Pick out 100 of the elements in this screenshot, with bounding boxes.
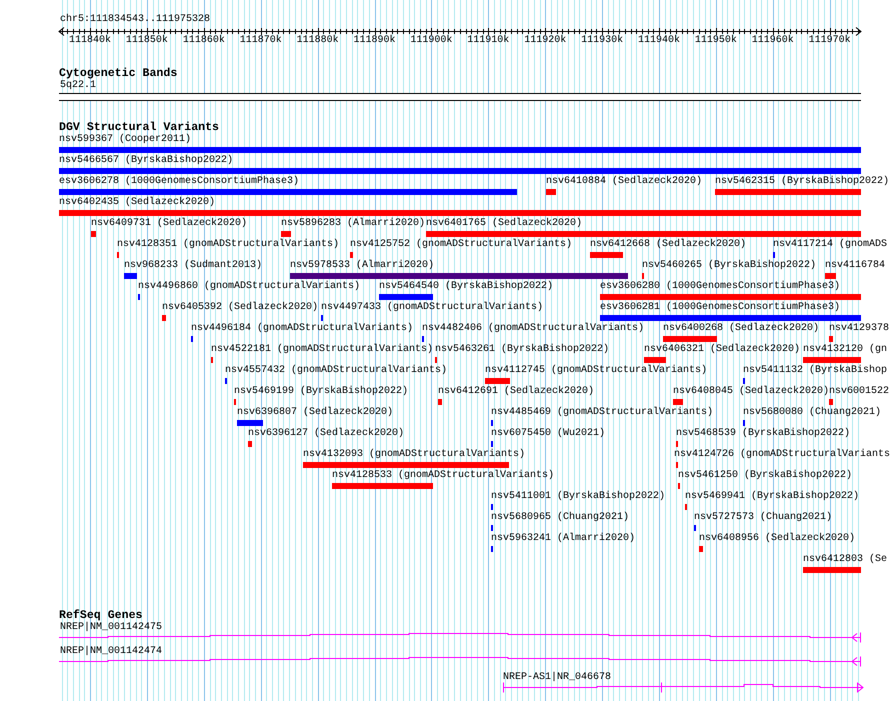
location-label: chr5:111834543..111975328 (60, 14, 210, 26)
variant-label: nsv6396807 (Sedlazeck2020) (237, 407, 394, 419)
variant-bar[interactable] (303, 462, 509, 468)
variant-label: nsv5411001 (ByrskaBishop2022) (491, 491, 666, 503)
variant-bar[interactable] (379, 294, 433, 300)
variant-bar[interactable] (162, 315, 166, 321)
variant-bar[interactable] (332, 483, 433, 489)
tick-label: 111970k (808, 35, 851, 47)
variant-label: nsv5411132 (ByrskaBishop (743, 365, 888, 377)
variant-label: nsv599367 (Cooper2011) (59, 134, 192, 146)
variant-label: esv3606280 (1000GenomesConsortiumPhase3) (600, 281, 840, 293)
variant-label: nsv6409731 (Sedlazeck2020) (91, 218, 248, 230)
band-label: 5q22.1 (60, 80, 96, 92)
variant-label: nsv5469199 (ByrskaBishop2022) (234, 386, 408, 398)
variant-bar[interactable] (590, 252, 623, 258)
gene-label: NREP|NM_001142474 (60, 646, 162, 658)
variant-label: nsv5461250 (ByrskaBishop2022) (678, 470, 852, 482)
variant-bar[interactable] (281, 231, 291, 237)
variant-bar[interactable] (248, 441, 252, 447)
variant-bar[interactable] (426, 231, 861, 237)
variant-bar[interactable] (546, 189, 556, 195)
variant-bar[interactable] (644, 357, 666, 363)
variant-label: nsv5963241 (Almarri2020) (491, 533, 636, 545)
variant-bar[interactable] (829, 399, 833, 405)
variant-label: nsv5460265 (ByrskaBishop2022) (642, 260, 816, 272)
variant-bar[interactable] (673, 399, 683, 405)
variant-bar[interactable] (600, 315, 861, 321)
variant-label: nsv4117214 (gnomADS (773, 239, 888, 251)
variant-label: nsv4485469 (gnomADStructuralVariants) (491, 407, 714, 419)
tick-label: 111930k (581, 35, 624, 47)
tick-label: 111900k (410, 35, 452, 47)
variant-bar[interactable] (59, 168, 861, 174)
variant-label: nsv5466567 (ByrskaBishop2022) (59, 155, 234, 167)
variant-label: nsv6396127 (Sedlazeck2020) (248, 428, 404, 440)
variant-bar[interactable] (803, 567, 861, 573)
variant-label: esv3606278 (1000GenomesConsortiumPhase3) (59, 176, 300, 188)
track-title: Cytogenetic Bands (59, 68, 178, 80)
gene-label: NREP-AS1|NR_046678 (503, 672, 612, 684)
variant-bar[interactable] (829, 336, 833, 342)
tick-label: 111910k (467, 35, 510, 47)
variant-bar[interactable] (59, 210, 861, 216)
variant-label: nsv4112745 (gnomADStructuralVariants) (485, 365, 708, 377)
variant-bar[interactable] (825, 273, 836, 279)
tick-label: 111860k (182, 35, 225, 47)
tick-label: 111890k (354, 35, 396, 47)
gene-model[interactable] (502, 682, 864, 693)
variant-bar[interactable] (715, 189, 861, 195)
tick-label: 111950k (694, 35, 737, 47)
gene-model[interactable] (58, 656, 861, 667)
variant-label: nsv4128533 (gnomADStructuralVariants) (332, 470, 554, 482)
variant-label: nsv5680965 (Chuang2021) (491, 512, 630, 524)
variant-bar[interactable] (438, 399, 442, 405)
variant-label: nsv4557432 (gnomADStructuralVariants) (225, 365, 448, 377)
variant-label: nsv6001522 (829, 386, 890, 398)
variant-label: nsv4128351 (gnomADStructuralVariants) (117, 239, 340, 251)
variant-bar[interactable] (600, 294, 861, 300)
variant-label: nsv6405392 (Sedlazeck2020) (162, 302, 318, 314)
variant-label: nsv4496184 (gnomADStructuralVariants) (191, 323, 414, 335)
variant-label: nsv4497433 (gnomADStructuralVariants) (321, 302, 544, 314)
variant-label: nsv4132093 (gnomADStructuralVariants) (303, 449, 526, 461)
variant-label: nsv4522181 (gnomADStructuralVariants) (211, 344, 434, 356)
variant-label: esv3606281 (1000GenomesConsortiumPhase3) (600, 302, 840, 314)
variant-label: nsv4124726 (gnomADStructuralVariants (674, 449, 890, 461)
variant-bar[interactable] (59, 189, 517, 195)
variant-label: nsv5462315 (ByrskaBishop2022) (715, 176, 890, 188)
variant-label: nsv5468539 (ByrskaBishop2022) (676, 428, 850, 440)
gene-label: NREP|NM_001142475 (60, 622, 162, 634)
variant-label: nsv4132120 (gn (803, 344, 888, 356)
gene-model[interactable] (58, 632, 861, 643)
variant-label: nsv6410884 (Sedlazeck2020) (546, 176, 702, 188)
variant-label: nsv6400268 (Sedlazeck2020) (663, 323, 820, 335)
variant-bar[interactable] (290, 273, 628, 279)
tick-label: 111880k (296, 35, 339, 47)
variant-label: nsv5896283 (Almarri2020) (281, 218, 426, 230)
variant-bar[interactable] (485, 378, 510, 384)
variant-bar[interactable] (663, 336, 717, 342)
variant-bar[interactable] (91, 231, 96, 237)
track-title: RefSeq Genes (59, 610, 142, 622)
variant-label: nsv4482406 (gnomADStructuralVariants) (422, 323, 644, 335)
variant-bar[interactable] (699, 546, 703, 552)
variant-bar[interactable] (124, 273, 137, 279)
variant-bar[interactable] (803, 357, 861, 363)
variant-label: nsv5463261 (ByrskaBishop2022) (435, 344, 610, 356)
variant-bar[interactable] (59, 147, 861, 153)
variant-label: nsv6412691 (Sedlazeck2020) (438, 386, 594, 398)
variant-label: nsv6412668 (Sedlazeck2020) (590, 239, 746, 251)
variant-label: nsv4125752 (gnomADStructuralVariants) (350, 239, 572, 251)
variant-label: nsv5469941 (ByrskaBishop2022) (685, 491, 860, 503)
variant-label: nsv968233 (Sudmant2013) (124, 260, 262, 272)
track-title: DGV Structural Variants (59, 122, 220, 134)
variant-label: nsv5464540 (ByrskaBishop2022) (379, 281, 554, 293)
variant-bar[interactable] (350, 252, 353, 258)
variant-label: nsv6412803 (Se (803, 554, 888, 566)
variant-label: nsv4116784 (825, 260, 886, 272)
variant-label: nsv6406321 (Sedlazeck2020) (644, 344, 800, 356)
tick-label: 111940k (638, 35, 680, 47)
variant-label: nsv6075450 (Wu2021) (491, 428, 606, 440)
variant-label: nsv5680080 (Chuang2021) (743, 407, 882, 419)
variant-bar[interactable] (237, 420, 263, 426)
variant-label: nsv4129378 (829, 323, 890, 335)
